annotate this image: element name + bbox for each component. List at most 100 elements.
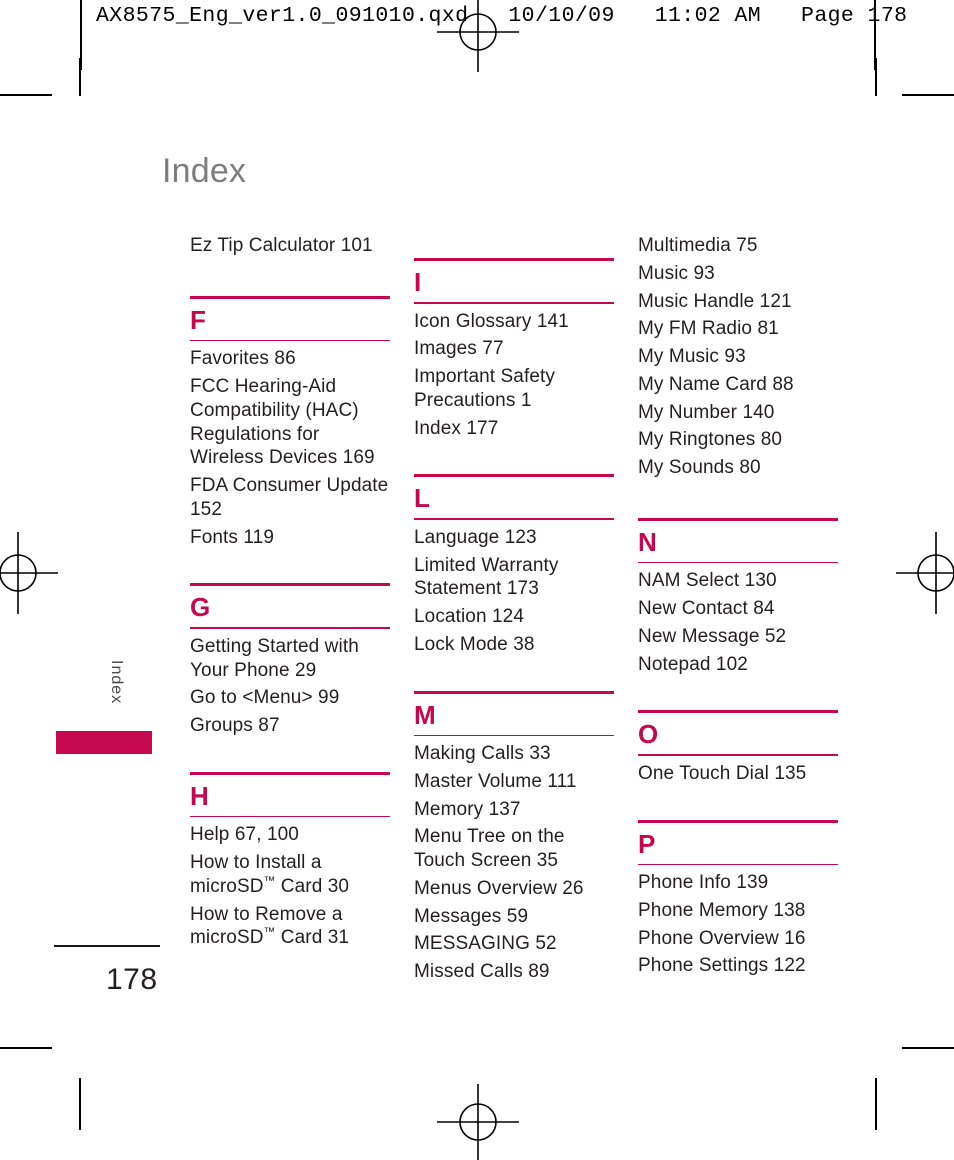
index-entry[interactable]: My Number 140	[638, 401, 838, 425]
index-entry[interactable]: My Ringtones 80	[638, 428, 838, 452]
index-entry-group: One Touch Dial 135	[638, 756, 838, 786]
index-entry[interactable]: Multimedia 75	[638, 234, 838, 258]
index-entry[interactable]: Groups 87	[190, 714, 390, 738]
crop-mark-top-left-vertical	[79, 58, 81, 96]
index-entry[interactable]: My Name Card 88	[638, 373, 838, 397]
index-entry[interactable]: New Message 52	[638, 625, 838, 649]
index-entry-group: Phone Info 139 Phone Memory 138 Phone Over…	[638, 865, 838, 978]
index-entry[interactable]: Notepad 102	[638, 653, 838, 677]
registration-mark-top	[437, 0, 519, 72]
index-column: Multimedia 75 Music 93 Music Handle 121 My …	[638, 228, 838, 988]
index-section: L Language 123 Limited Warranty Statement …	[414, 474, 614, 656]
index-entry[interactable]: Messages 59	[414, 905, 614, 929]
index-entry[interactable]: Index 177	[414, 417, 614, 441]
index-entry[interactable]: How to Remove a microSD™ Card 31	[190, 903, 390, 951]
index-entry[interactable]: Music Handle 121	[638, 290, 838, 314]
index-entry[interactable]: Go to <Menu> 99	[190, 686, 390, 710]
index-section: G Getting Started with Your Phone 29 Go to…	[190, 583, 390, 738]
index-columns: Ez Tip Calculator 101 F Favorites 86 FCC He…	[190, 228, 838, 988]
index-entry[interactable]: Important Safety Precautions 1	[414, 365, 614, 413]
index-entry[interactable]: Master Volume 111	[414, 770, 614, 794]
index-entry[interactable]: One Touch Dial 135	[638, 762, 838, 786]
section-letter: N	[638, 526, 657, 557]
section-letter: L	[414, 483, 430, 514]
section-letter: I	[414, 267, 422, 297]
index-section: N NAM Select 130 New Contact 84 New Message…	[638, 517, 838, 677]
index-entry-group: Help 67, 100 How to Install a microSD™ Ca…	[190, 817, 390, 950]
index-entry[interactable]: Phone Memory 138	[638, 899, 838, 923]
crop-mark-bottom-left-vertical	[79, 1078, 81, 1130]
crop-mark-top-left-horizontal	[0, 94, 52, 96]
side-tab-bar	[56, 731, 152, 754]
index-entry[interactable]: Music 93	[638, 262, 838, 286]
index-section: I Icon Glossary 141 Images 77 Important Saf…	[414, 258, 614, 440]
crop-mark-bottom-left-horizontal	[0, 1047, 52, 1049]
index-section: M Making Calls 33 Master Volume 111 Memory …	[414, 690, 614, 984]
index-column: I Icon Glossary 141 Images 77 Important Saf…	[414, 228, 614, 988]
index-entry[interactable]: Getting Started with Your Phone 29	[190, 635, 390, 683]
index-entry[interactable]: Limited Warranty Statement 173	[414, 554, 614, 602]
crop-mark-top-right-vertical	[875, 58, 877, 96]
index-entry[interactable]: Menus Overview 26	[414, 877, 614, 901]
index-section: P Phone Info 139 Phone Memory 138 Phone Ove…	[638, 819, 838, 979]
index-entry-group: Ez Tip Calculator 101	[190, 228, 390, 266]
crop-mark-top-right-horizontal	[902, 94, 954, 96]
section-letter: M	[414, 699, 436, 730]
section-letter: O	[638, 719, 659, 750]
page-title: Index	[162, 152, 247, 190]
section-letter: P	[638, 828, 656, 859]
index-entry[interactable]: Images 77	[414, 337, 614, 361]
index-entry[interactable]: My Sounds 80	[638, 456, 838, 480]
side-tab-label: Index	[108, 660, 125, 705]
crop-mark-bottom-right-horizontal	[902, 1047, 954, 1049]
index-entry[interactable]: Missed Calls 89	[414, 960, 614, 984]
index-entry[interactable]: MESSAGING 52	[414, 932, 614, 956]
page-number: 178	[106, 963, 158, 996]
index-entry[interactable]: Location 124	[414, 605, 614, 629]
registration-mark-right	[896, 532, 954, 614]
index-entry[interactable]: Icon Glossary 141	[414, 310, 614, 334]
index-entry[interactable]: Phone Overview 16	[638, 927, 838, 951]
index-entry[interactable]: FDA Consumer Update 152	[190, 474, 390, 522]
index-section: H Help 67, 100 How to Install a microSD™ C…	[190, 771, 390, 950]
index-entry[interactable]: Phone Info 139	[638, 871, 838, 895]
index-entry[interactable]: Phone Settings 122	[638, 954, 838, 978]
index-entry[interactable]: How to Install a microSD™ Card 30	[190, 851, 390, 899]
crop-mark-bottom-right-vertical	[875, 1078, 877, 1130]
index-entry[interactable]: My Music 93	[638, 345, 838, 369]
index-entry[interactable]: Favorites 86	[190, 347, 390, 371]
registration-mark-left	[0, 532, 58, 614]
index-entry-group: Multimedia 75 Music 93 Music Handle 121 My …	[638, 228, 838, 488]
index-entry[interactable]: NAM Select 130	[638, 569, 838, 593]
index-section: O One Touch Dial 135	[638, 710, 838, 785]
registration-mark-bottom	[437, 1084, 519, 1160]
index-entry[interactable]: Memory 137	[414, 798, 614, 822]
index-entry-group: Getting Started with Your Phone 29 Go to …	[190, 629, 390, 738]
footer-rule	[54, 945, 160, 947]
index-entry[interactable]: Ez Tip Calculator 101	[190, 234, 390, 258]
section-letter: H	[190, 780, 209, 811]
index-entry[interactable]: Lock Mode 38	[414, 633, 614, 657]
index-entry[interactable]: FCC Hearing-Aid Compatibility (HAC) Regu…	[190, 375, 390, 470]
index-entry[interactable]: Making Calls 33	[414, 742, 614, 766]
index-entry[interactable]: Fonts 119	[190, 526, 390, 550]
section-letter: F	[190, 304, 206, 335]
index-entry-group: Favorites 86 FCC Hearing-Aid Compatibilit…	[190, 341, 390, 549]
index-column: Ez Tip Calculator 101 F Favorites 86 FCC He…	[190, 228, 390, 988]
index-entry[interactable]: Language 123	[414, 526, 614, 550]
index-entry-group: Making Calls 33 Master Volume 111 Memory 1…	[414, 736, 614, 984]
index-entry[interactable]: Help 67, 100	[190, 823, 390, 847]
index-entry[interactable]: My FM Radio 81	[638, 317, 838, 341]
index-entry[interactable]: Menu Tree on the Touch Screen 35	[414, 825, 614, 873]
index-entry[interactable]: New Contact 84	[638, 597, 838, 621]
index-entry-group: NAM Select 130 New Contact 84 New Message …	[638, 563, 838, 676]
